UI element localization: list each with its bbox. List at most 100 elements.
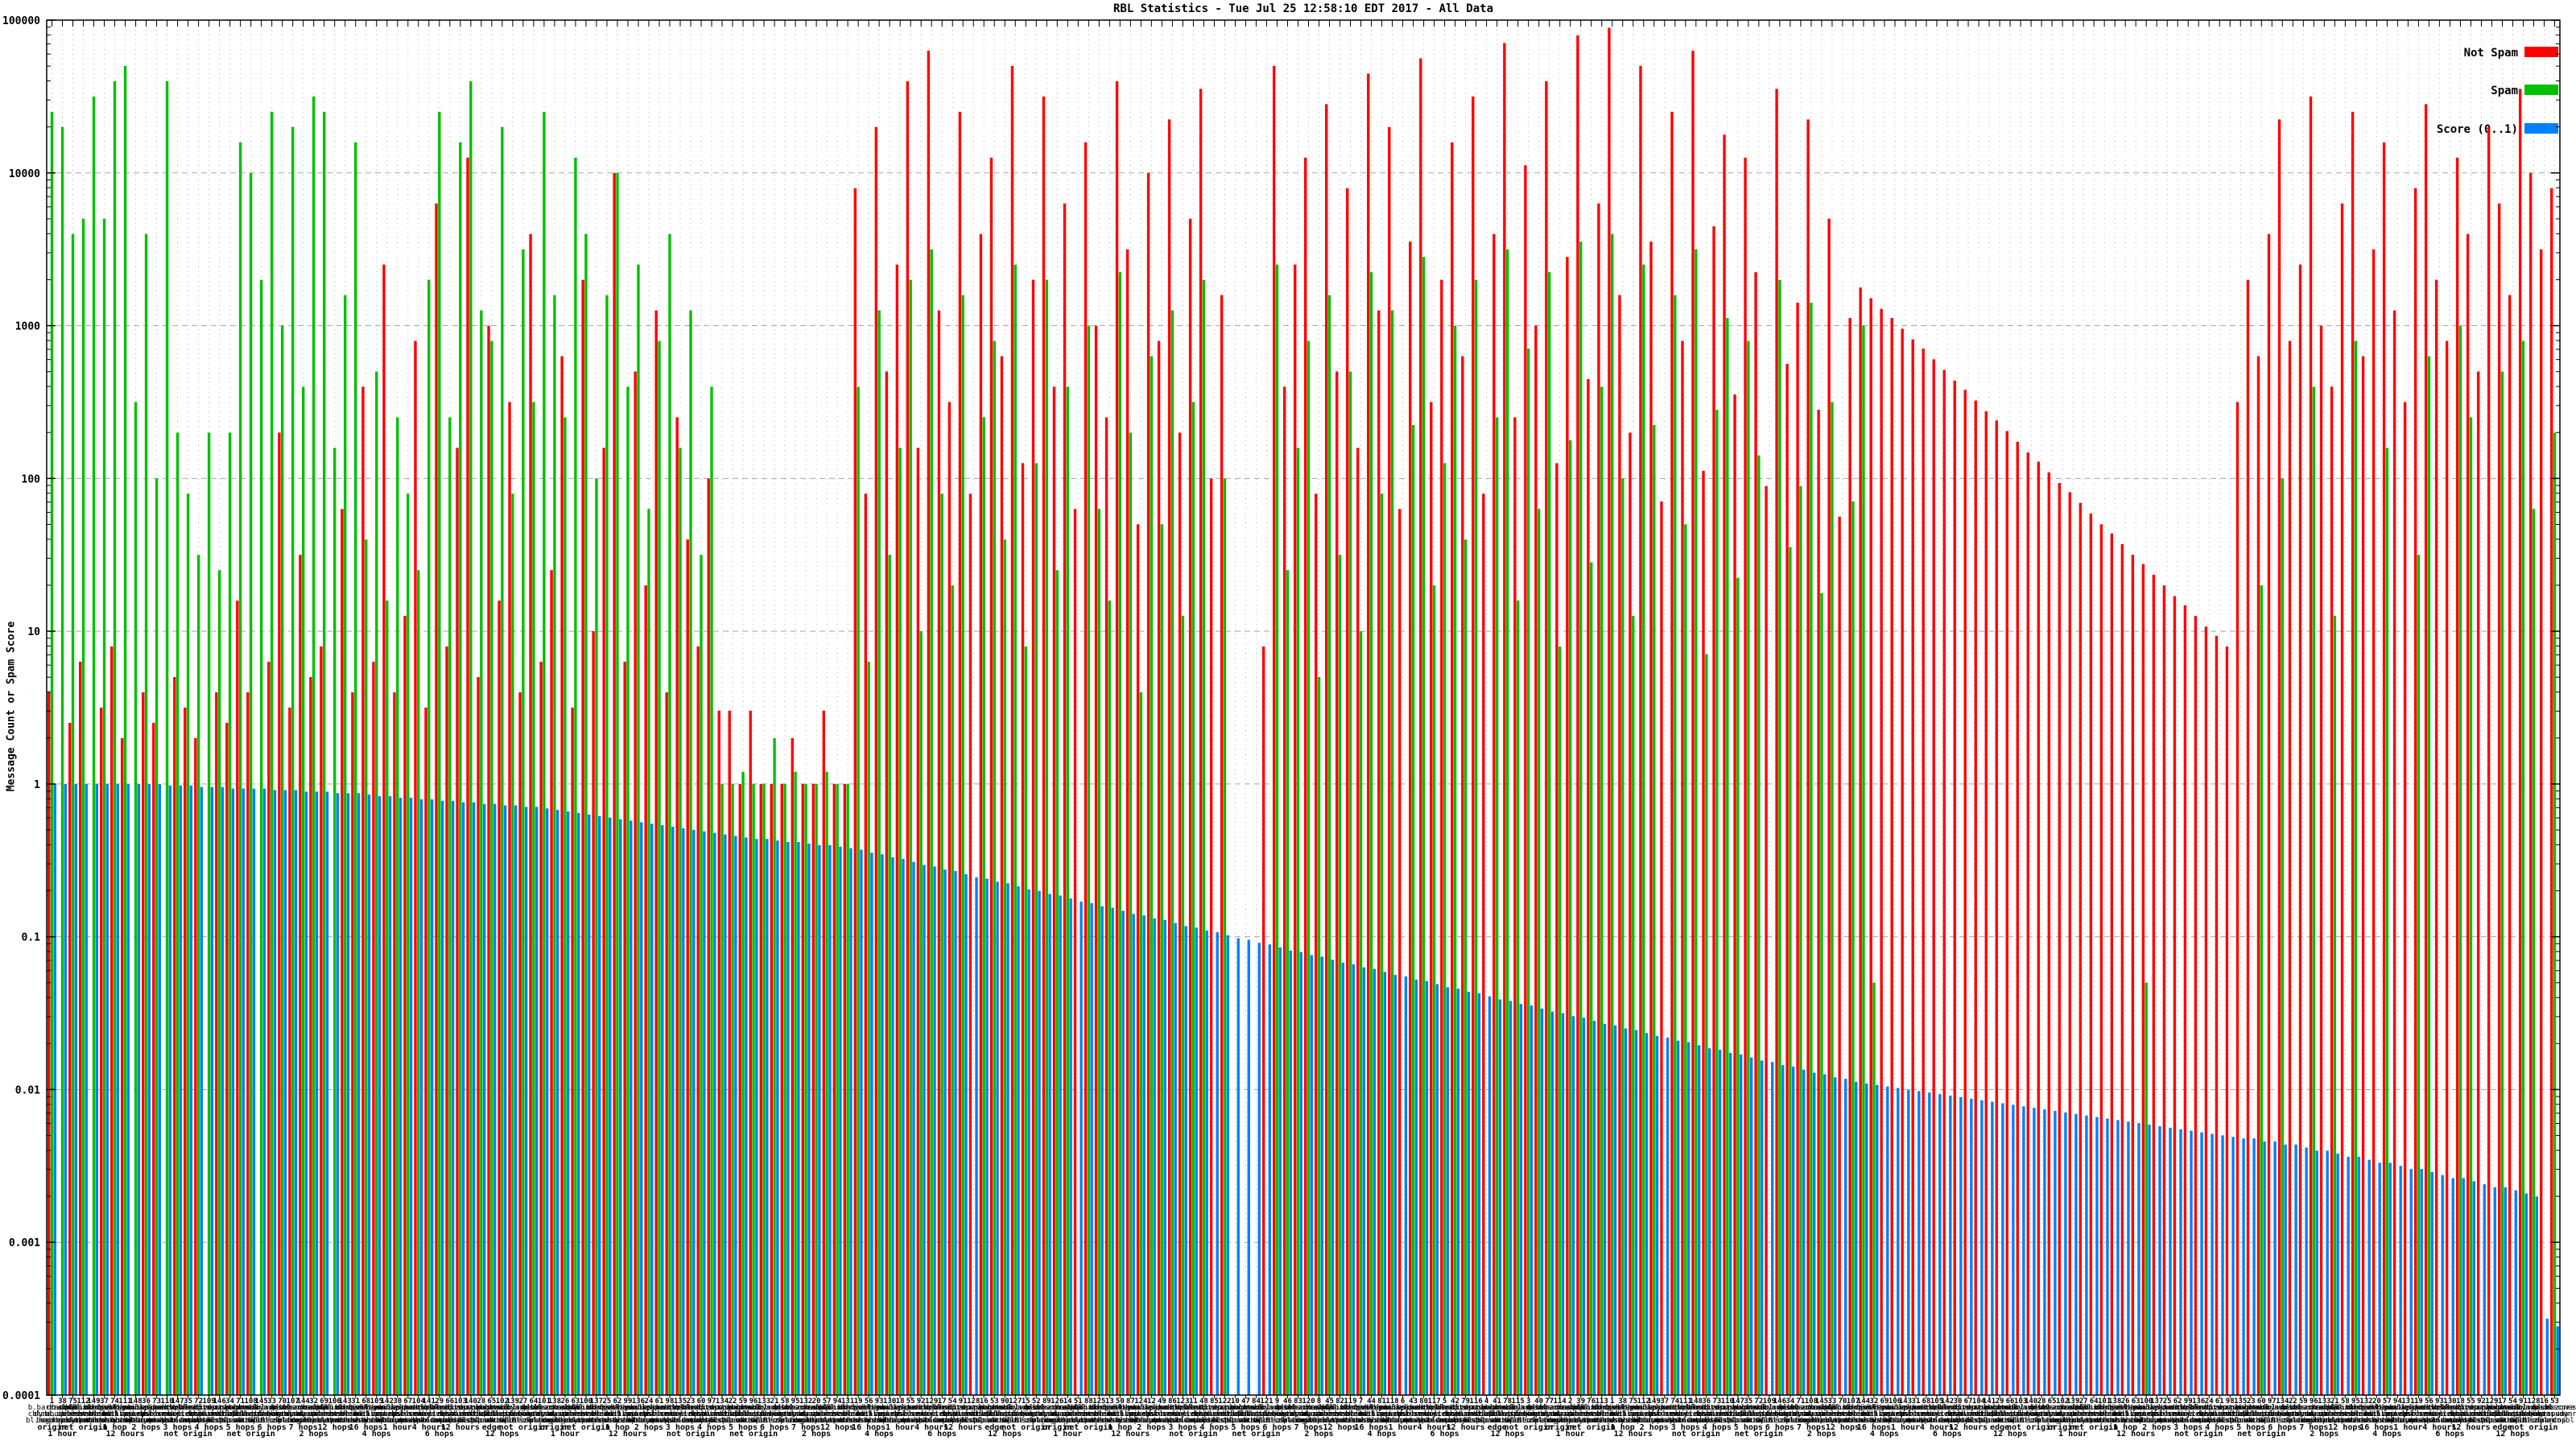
bar-not-spam	[1890, 318, 1893, 1396]
legend-label-score: Score (0..1)	[2437, 123, 2518, 136]
bar-score	[1048, 894, 1051, 1395]
bar-not-spam	[613, 172, 616, 1395]
bar-spam	[1778, 279, 1781, 1396]
bar-not-spam	[1419, 58, 1422, 1395]
bar-not-spam	[2235, 402, 2240, 1395]
bar-score	[2231, 1137, 2235, 1395]
bar-score	[630, 820, 633, 1395]
bar-score	[503, 805, 507, 1395]
bar-score	[1488, 996, 1492, 1395]
bar-spam	[344, 295, 347, 1396]
bar-not-spam	[623, 662, 626, 1395]
bar-score	[242, 788, 246, 1395]
bar-score	[1676, 1040, 1680, 1395]
bar-score	[378, 796, 382, 1395]
bar-score	[1582, 1018, 1586, 1395]
bar-not-spam	[1367, 73, 1370, 1395]
bar-not-spam	[1430, 402, 1433, 1395]
bar-not-spam	[497, 601, 501, 1395]
bar-score	[902, 858, 905, 1395]
bar-spam	[259, 279, 263, 1396]
bar-score	[1907, 1089, 1910, 1395]
bar-spam	[386, 601, 389, 1395]
bar-spam	[365, 539, 368, 1396]
bar-spam	[1066, 386, 1070, 1395]
bar-spam	[1422, 257, 1426, 1396]
bar-not-spam	[2351, 111, 2355, 1395]
bar-spam	[375, 371, 378, 1395]
bar-not-spam	[508, 402, 511, 1395]
bar-score	[734, 836, 737, 1395]
bar-not-spam	[989, 157, 993, 1395]
bar-spam	[71, 233, 75, 1395]
bar-not-spam	[2047, 472, 2050, 1396]
bar-score	[2148, 1125, 2151, 1395]
bar-spam	[783, 783, 786, 1395]
bar-spam	[700, 555, 703, 1396]
bar-not-spam	[267, 662, 270, 1395]
bar-spam	[773, 737, 776, 1395]
bar-spam	[1055, 570, 1059, 1396]
bar-not-spam	[1524, 165, 1527, 1395]
bar-not-spam	[424, 708, 427, 1395]
bar-not-spam	[1660, 501, 1663, 1395]
bar-not-spam	[236, 601, 239, 1395]
bar-spam	[741, 771, 745, 1395]
bar-not-spam	[686, 539, 689, 1396]
bar-not-spam	[1785, 364, 1789, 1395]
bar-score	[1571, 1016, 1575, 1395]
bar-score	[95, 783, 99, 1395]
bar-not-spam	[707, 478, 710, 1396]
bar-not-spam	[2288, 341, 2292, 1395]
bar-spam	[1537, 509, 1541, 1396]
bar-not-spam	[2005, 431, 2008, 1395]
bar-not-spam	[2162, 585, 2166, 1395]
bar-not-spam	[2079, 502, 2083, 1395]
bar-score	[818, 844, 821, 1395]
bar-spam	[1118, 272, 1122, 1396]
bar-spam	[407, 493, 410, 1396]
legend-swatch-spam	[2524, 85, 2558, 95]
bar-spam	[196, 555, 200, 1396]
bar-not-spam	[665, 692, 668, 1395]
bar-score	[2012, 1104, 2015, 1395]
bar-score	[2535, 1196, 2538, 1395]
bar-score	[545, 808, 549, 1395]
bar-spam	[1327, 295, 1331, 1396]
bar-spam	[2417, 555, 2421, 1396]
bar-score	[2545, 1319, 2549, 1395]
bar-spam	[207, 432, 211, 1395]
bar-spam	[1516, 601, 1520, 1395]
bar-spam	[1223, 478, 1227, 1396]
bar-spam	[574, 157, 577, 1395]
bar-not-spam	[738, 783, 741, 1395]
bar-spam	[2521, 341, 2525, 1395]
bar-score	[1414, 979, 1418, 1395]
bar-score	[786, 842, 790, 1395]
bar-score	[1540, 1008, 1544, 1395]
bar-not-spam	[1272, 65, 1276, 1395]
bar-score	[325, 791, 329, 1395]
bar-score	[1561, 1013, 1565, 1395]
bar-not-spam	[1209, 478, 1213, 1396]
bar-spam	[804, 783, 807, 1395]
bar-score	[398, 797, 402, 1395]
bar-spam	[1390, 310, 1394, 1396]
bar-not-spam	[2256, 356, 2260, 1395]
bar-score	[1257, 943, 1261, 1395]
bar-score	[524, 807, 528, 1395]
bar-spam	[2281, 478, 2284, 1396]
bar-not-spam	[1566, 257, 1569, 1396]
bar-spam	[1862, 325, 1865, 1395]
bar-spam	[1338, 555, 1342, 1396]
bar-not-spam	[2037, 461, 2040, 1395]
bar-not-spam	[1178, 432, 1182, 1395]
bar-spam	[1097, 509, 1101, 1396]
bar-spam	[553, 295, 556, 1396]
bar-not-spam	[728, 710, 731, 1395]
bar-score	[472, 802, 476, 1395]
bar-spam	[228, 432, 232, 1395]
bar-spam	[2385, 448, 2389, 1395]
bar-score	[1550, 1011, 1554, 1395]
bar-not-spam	[1136, 524, 1140, 1396]
